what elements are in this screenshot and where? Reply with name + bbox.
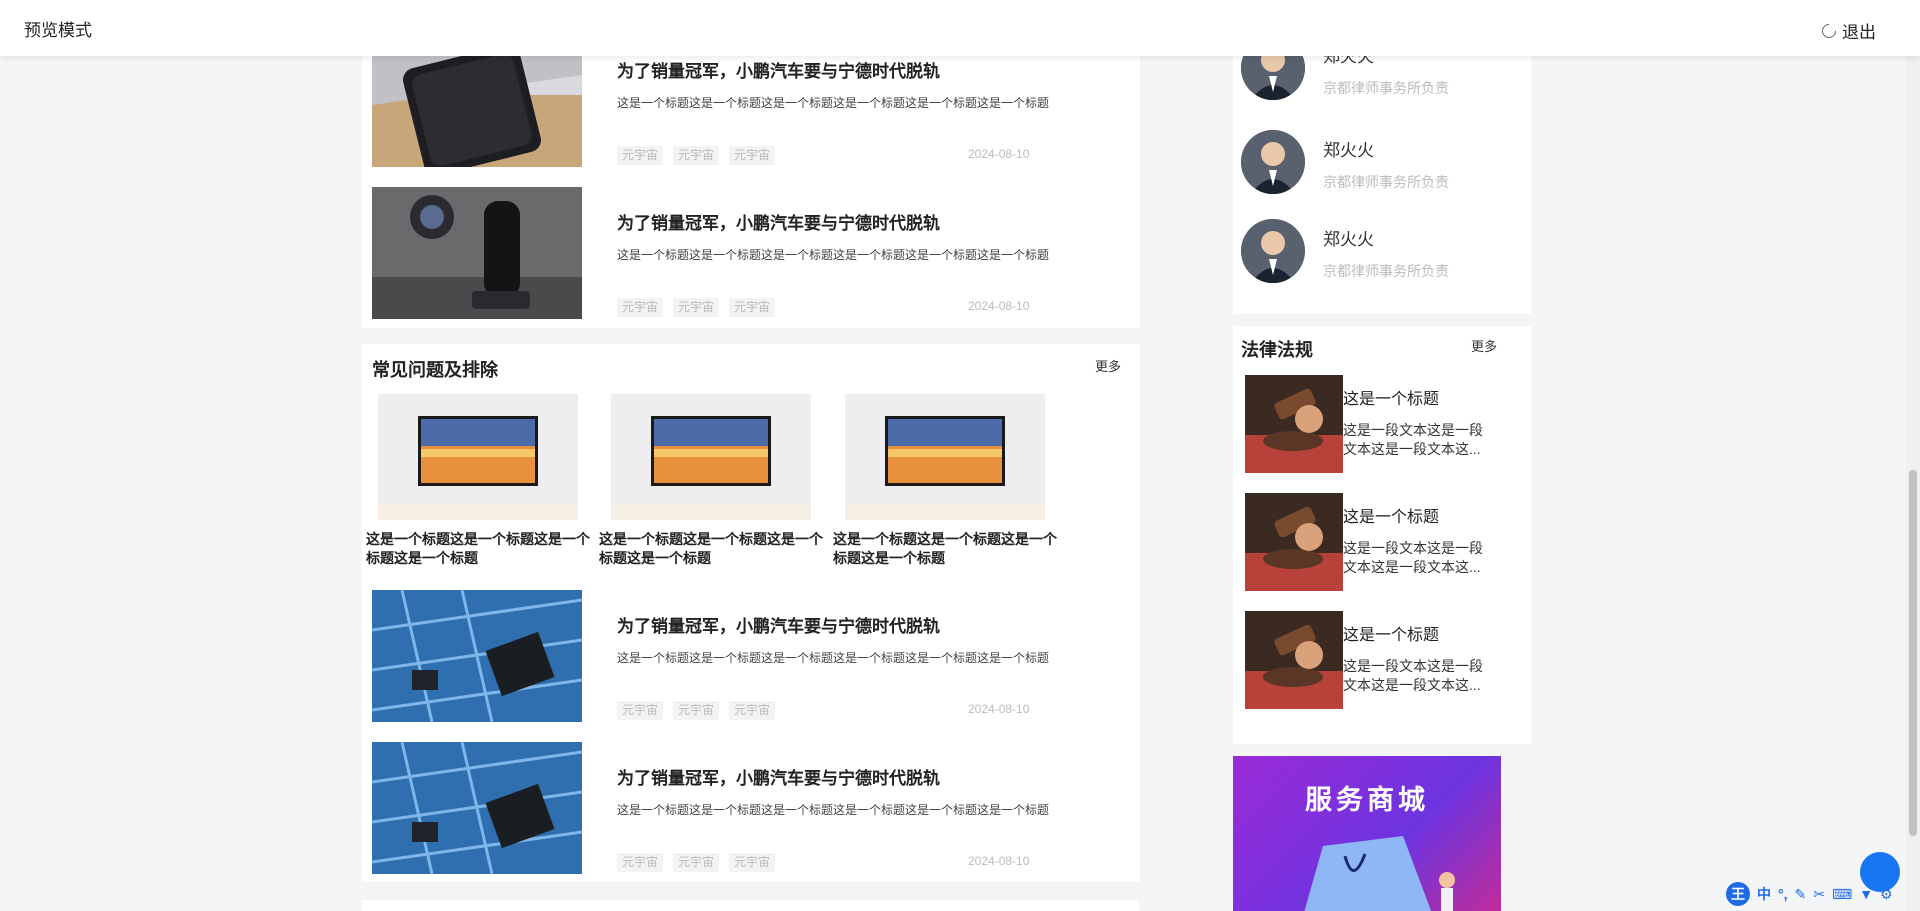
law-title[interactable]: 这是一个标题 xyxy=(1343,621,1439,645)
news-title[interactable]: 为了销量冠军，小鹏汽车要与宁德时代脱轨 xyxy=(617,57,940,82)
lawyer-avatar[interactable] xyxy=(1241,219,1305,283)
law-item[interactable]: 这是一个标题 这是一段文本这是一段文本这是一段文本这... xyxy=(1245,493,1505,593)
ime-toolbar: 王 中 °, ✎ ✂ ⌨ ▼ ⚙ xyxy=(1722,879,1920,909)
tag[interactable]: 元宇宙 xyxy=(729,298,776,317)
law-desc: 这是一段文本这是一段文本这是一段文本这... xyxy=(1343,422,1483,457)
news-desc: 这是一个标题这是一个标题这是一个标题这是一个标题这是一个标题这是一个标题 xyxy=(617,96,1050,110)
news-title[interactable]: 为了销量冠军，小鹏汽车要与宁德时代脱轨 xyxy=(617,612,940,637)
faq-panel: 常见问题及排除 更多 这是一个标题这是一个标题这是一个标题这是一个标题 这是一个… xyxy=(362,344,1140,882)
lawyer-desc: 京都律师事务所负责 xyxy=(1323,80,1449,96)
news-thumbnail[interactable] xyxy=(372,742,582,874)
tag-list: 元宇宙 元宇宙 元宇宙 xyxy=(617,701,776,720)
tag[interactable]: 元宇宙 xyxy=(673,146,720,165)
next-panel-edge xyxy=(362,900,1139,911)
news-item[interactable]: 为了销量冠军，小鹏汽车要与宁德时代脱轨 这是一个标题这是一个标题这是一个标题这是… xyxy=(372,590,1132,722)
news-date: 2024-08-10 xyxy=(968,147,1030,161)
law-item[interactable]: 这是一个标题 这是一段文本这是一段文本这是一段文本这... xyxy=(1245,611,1505,711)
faq-card-text[interactable]: 这是一个标题这是一个标题这是一个标题这是一个标题 xyxy=(599,530,824,568)
news-item[interactable]: 为了销量冠军，小鹏汽车要与宁德时代脱轨 这是一个标题这是一个标题这是一个标题这是… xyxy=(372,187,1132,319)
laws-more-link[interactable]: 更多 xyxy=(1471,336,1497,355)
keyboard-icon[interactable]: ⌨ xyxy=(1832,886,1852,903)
top-bar: 预览模式 退出 xyxy=(0,0,1920,56)
news-title[interactable]: 为了销量冠军，小鹏汽车要与宁德时代脱轨 xyxy=(617,764,940,789)
pen-icon[interactable]: ✎ xyxy=(1795,886,1807,903)
lawyer-avatar[interactable] xyxy=(1241,130,1305,194)
news-desc: 这是一个标题这是一个标题这是一个标题这是一个标题这是一个标题这是一个标题 xyxy=(617,803,1050,817)
gear-icon[interactable]: ⚙ xyxy=(1880,886,1893,903)
ime-punctuation-toggle[interactable]: °, xyxy=(1778,886,1788,902)
news-title[interactable]: 为了销量冠军，小鹏汽车要与宁德时代脱轨 xyxy=(617,209,940,234)
tag[interactable]: 元宇宙 xyxy=(617,853,664,872)
tag[interactable]: 元宇宙 xyxy=(729,146,776,165)
tag[interactable]: 元宇宙 xyxy=(673,853,720,872)
tag[interactable]: 元宇宙 xyxy=(729,853,776,872)
page-title: 预览模式 xyxy=(24,21,92,40)
scrollbar-thumb[interactable] xyxy=(1909,470,1917,836)
page-scrollbar[interactable] xyxy=(1906,56,1920,911)
laws-panel: 法律法规 更多 这是一个标题 这是一段文本这是一段文本这是一段文本这... 这是… xyxy=(1233,326,1531,744)
tag[interactable]: 元宇宙 xyxy=(617,298,664,317)
power-icon xyxy=(1819,20,1839,41)
faq-more-link[interactable]: 更多 xyxy=(1095,356,1121,375)
faq-card-text[interactable]: 这是一个标题这是一个标题这是一个标题这是一个标题 xyxy=(366,530,591,568)
tag[interactable]: 元宇宙 xyxy=(673,701,720,720)
scissors-icon[interactable]: ✂ xyxy=(1813,886,1825,903)
law-desc: 这是一段文本这是一段文本这是一段文本这... xyxy=(1343,540,1483,575)
laws-section-title: 法律法规 xyxy=(1241,340,1313,360)
lawyers-panel: 郑火火 京都律师事务所负责 郑火火 京都律师事务所负责 郑火火 京都律师事务所负… xyxy=(1233,36,1531,314)
law-title[interactable]: 这是一个标题 xyxy=(1343,503,1439,527)
faq-card-text[interactable]: 这是一个标题这是一个标题这是一个标题这是一个标题 xyxy=(833,530,1058,568)
exit-label: 退出 xyxy=(1842,23,1876,42)
news-thumbnail[interactable] xyxy=(372,590,582,722)
news-panel: 为了销量冠军，小鹏汽车要与宁德时代脱轨 这是一个标题这是一个标题这是一个标题这是… xyxy=(362,35,1140,328)
news-thumbnail[interactable] xyxy=(372,187,582,319)
news-desc: 这是一个标题这是一个标题这是一个标题这是一个标题这是一个标题这是一个标题 xyxy=(617,651,1050,665)
ime-mode-toggle[interactable]: 中 xyxy=(1757,884,1771,904)
tag[interactable]: 元宇宙 xyxy=(729,701,776,720)
news-date: 2024-08-10 xyxy=(968,854,1030,868)
faq-image[interactable] xyxy=(378,394,578,520)
lawyer-card[interactable]: 郑火火 京都律师事务所负责 xyxy=(1241,219,1521,285)
law-image[interactable] xyxy=(1245,375,1343,473)
ime-logo-icon[interactable]: 王 xyxy=(1726,882,1750,906)
news-date: 2024-08-10 xyxy=(968,299,1030,313)
tag-list: 元宇宙 元宇宙 元宇宙 xyxy=(617,146,776,165)
shopping-bag-icon xyxy=(1304,836,1455,911)
tag-list: 元宇宙 元宇宙 元宇宙 xyxy=(617,298,776,317)
law-title[interactable]: 这是一个标题 xyxy=(1343,385,1439,409)
lawyer-name[interactable]: 郑火火 xyxy=(1323,136,1374,161)
tag[interactable]: 元宇宙 xyxy=(617,146,664,165)
tag[interactable]: 元宇宙 xyxy=(617,701,664,720)
tag[interactable]: 元宇宙 xyxy=(673,298,720,317)
tag-list: 元宇宙 元宇宙 元宇宙 xyxy=(617,853,776,872)
lawyer-desc: 京都律师事务所负责 xyxy=(1323,174,1449,190)
news-desc: 这是一个标题这是一个标题这是一个标题这是一个标题这是一个标题这是一个标题 xyxy=(617,248,1050,262)
law-image[interactable] xyxy=(1245,493,1343,591)
lawyer-card[interactable]: 郑火火 京都律师事务所负责 xyxy=(1241,130,1521,196)
faq-section-title: 常见问题及排除 xyxy=(372,360,498,380)
faq-image[interactable] xyxy=(845,394,1045,520)
lawyer-desc: 京都律师事务所负责 xyxy=(1323,263,1449,279)
law-item[interactable]: 这是一个标题 这是一段文本这是一段文本这是一段文本这... xyxy=(1245,375,1505,475)
news-item[interactable]: 为了销量冠军，小鹏汽车要与宁德时代脱轨 这是一个标题这是一个标题这是一个标题这是… xyxy=(372,742,1132,874)
service-mall-banner[interactable]: 服务商城 xyxy=(1233,756,1501,911)
exit-button[interactable]: 退出 xyxy=(1819,18,1876,43)
lawyer-name[interactable]: 郑火火 xyxy=(1323,225,1374,250)
law-desc: 这是一段文本这是一段文本这是一段文本这... xyxy=(1343,658,1483,693)
banner-text: 服务商城 xyxy=(1305,785,1429,815)
news-date: 2024-08-10 xyxy=(968,702,1030,716)
law-image[interactable] xyxy=(1245,611,1343,709)
faq-image[interactable] xyxy=(611,394,811,520)
skin-shirt-icon[interactable]: ▼ xyxy=(1859,886,1873,902)
